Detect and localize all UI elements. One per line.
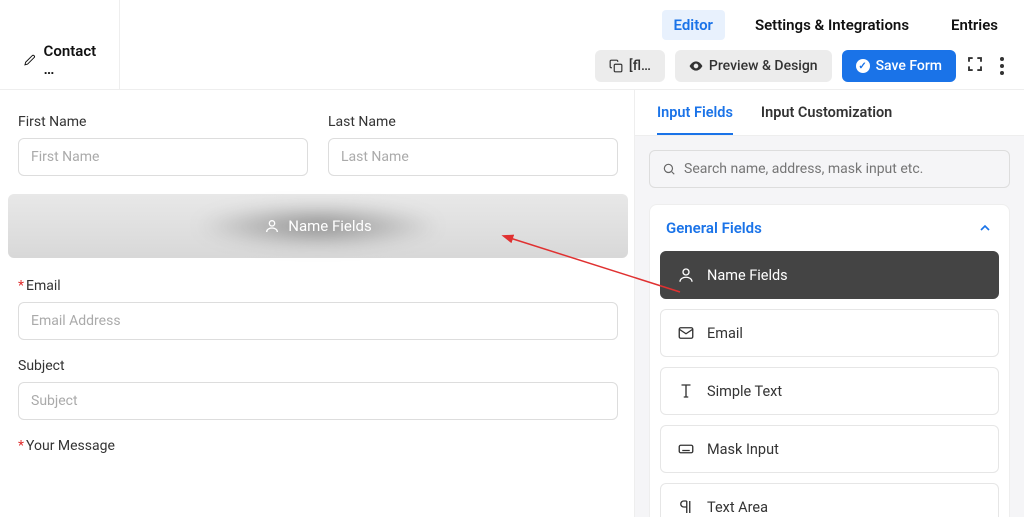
- form-title[interactable]: Contact …: [0, 0, 120, 90]
- preview-text: Preview & Design: [709, 58, 818, 74]
- first-name-label: First Name: [18, 114, 308, 130]
- drop-zone-label: Name Fields: [288, 217, 371, 235]
- field-subject[interactable]: Subject: [18, 358, 618, 420]
- drop-zone-name-fields[interactable]: Name Fields: [8, 194, 628, 258]
- field-email[interactable]: *Email: [18, 278, 618, 340]
- form-title-text: Contact …: [44, 42, 99, 78]
- text-icon: [677, 382, 695, 400]
- section-general-fields-header[interactable]: General Fields: [650, 205, 1009, 251]
- search-icon: [662, 162, 676, 176]
- more-menu-button[interactable]: [994, 53, 1010, 79]
- tab-editor[interactable]: Editor: [662, 10, 725, 40]
- toolbar: [fl… Preview & Design ✓ Save Form: [595, 50, 1010, 82]
- email-input[interactable]: [18, 302, 618, 340]
- field-item-label: Simple Text: [707, 383, 782, 400]
- field-message[interactable]: *Your Message: [18, 438, 618, 454]
- last-name-input[interactable]: [328, 138, 618, 176]
- shortcode-button[interactable]: [fl…: [595, 50, 665, 82]
- message-label: *Your Message: [18, 438, 618, 454]
- section-general-fields: General Fields Name Fields Email Simple …: [649, 204, 1010, 517]
- shortcode-text: [fl…: [629, 58, 651, 74]
- field-item-name-fields[interactable]: Name Fields: [660, 251, 999, 299]
- field-item-label: Name Fields: [707, 267, 788, 284]
- subject-label: Subject: [18, 358, 618, 374]
- user-icon: [264, 218, 280, 234]
- field-item-label: Text Area: [707, 499, 768, 516]
- fullscreen-button[interactable]: [966, 55, 984, 77]
- field-item-mask-input[interactable]: Mask Input: [660, 425, 999, 473]
- tab-input-fields[interactable]: Input Fields: [657, 104, 733, 135]
- check-circle-icon: ✓: [856, 59, 870, 73]
- subject-input[interactable]: [18, 382, 618, 420]
- user-icon: [677, 266, 695, 284]
- paragraph-icon: [677, 498, 695, 516]
- preview-button[interactable]: Preview & Design: [675, 50, 832, 82]
- first-name-input[interactable]: [18, 138, 308, 176]
- field-item-label: Email: [707, 325, 743, 342]
- fullscreen-icon: [966, 55, 984, 73]
- last-name-label: Last Name: [328, 114, 618, 130]
- tab-input-customization[interactable]: Input Customization: [761, 104, 892, 135]
- field-item-label: Mask Input: [707, 441, 779, 458]
- field-first-name[interactable]: First Name: [18, 114, 308, 176]
- chevron-up-icon: [977, 220, 993, 236]
- field-search[interactable]: [649, 150, 1010, 188]
- tab-entries[interactable]: Entries: [939, 10, 1010, 40]
- form-canvas: First Name Last Name Name Fields *Email …: [0, 90, 634, 517]
- main-nav: Editor Settings & Integrations Entries: [662, 10, 1010, 40]
- tab-settings[interactable]: Settings & Integrations: [743, 10, 921, 40]
- field-item-text-area[interactable]: Text Area: [660, 483, 999, 517]
- save-button[interactable]: ✓ Save Form: [842, 50, 956, 82]
- field-item-simple-text[interactable]: Simple Text: [660, 367, 999, 415]
- copy-icon: [609, 59, 623, 73]
- save-text: Save Form: [876, 58, 942, 74]
- email-label: *Email: [18, 278, 618, 294]
- pencil-icon: [24, 53, 36, 67]
- sidebar: Input Fields Input Customization General…: [634, 90, 1024, 517]
- section-title: General Fields: [666, 219, 762, 237]
- field-search-input[interactable]: [684, 161, 997, 177]
- keyboard-icon: [677, 440, 695, 458]
- field-last-name[interactable]: Last Name: [328, 114, 618, 176]
- field-item-email[interactable]: Email: [660, 309, 999, 357]
- mail-icon: [677, 324, 695, 342]
- eye-icon: [689, 59, 703, 73]
